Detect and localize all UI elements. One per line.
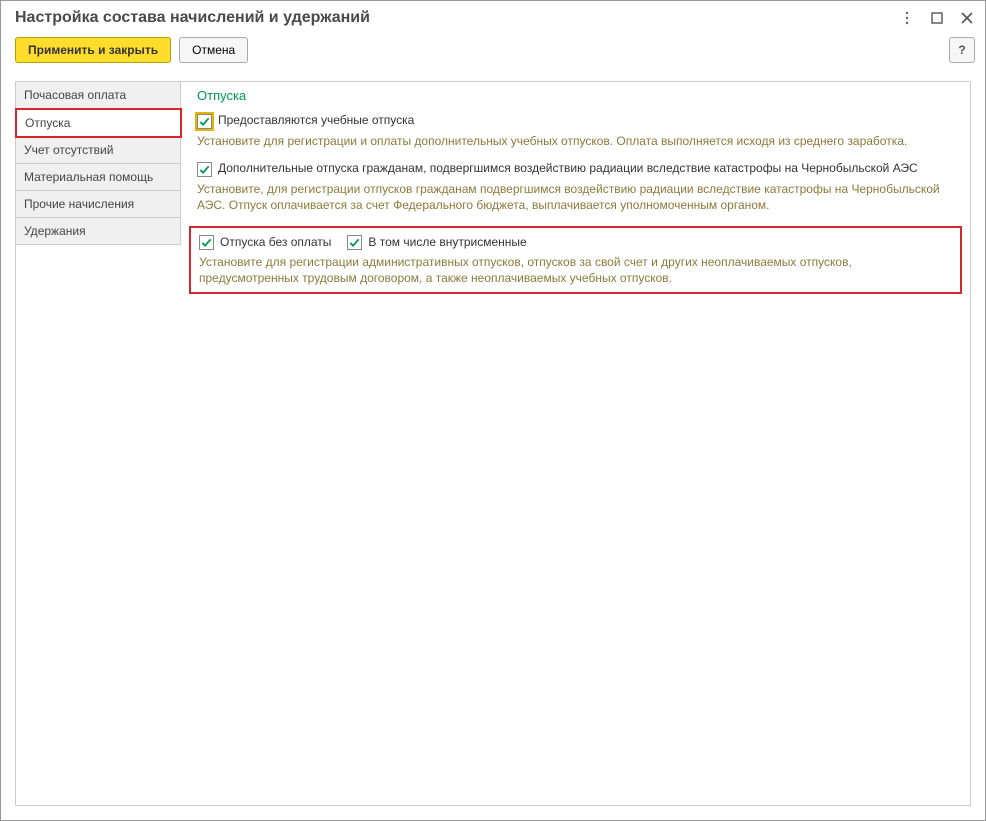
checkbox-chernobyl-leave[interactable] xyxy=(197,162,212,177)
cancel-button[interactable]: Отмена xyxy=(179,37,248,63)
highlight-group-unpaid-leave: Отпуска без оплаты В том числе внутрисме… xyxy=(189,226,962,294)
help-button[interactable]: ? xyxy=(949,37,975,63)
checkbox-intrashift[interactable] xyxy=(347,235,362,250)
label-study-leave: Предоставляются учебные отпуска xyxy=(218,113,414,127)
help-study-leave: Установите для регистрации и оплаты допо… xyxy=(197,133,954,149)
window-title: Настройка состава начислений и удержаний xyxy=(15,9,899,27)
help-unpaid-leave: Установите для регистрации административ… xyxy=(199,254,952,286)
label-unpaid-leave: Отпуска без оплаты xyxy=(220,235,331,249)
apply-and-close-button[interactable]: Применить и закрыть xyxy=(15,37,171,63)
tab-hourly-pay[interactable]: Почасовая оплата xyxy=(16,82,181,109)
help-chernobyl-leave: Установите, для регистрации отпусков гра… xyxy=(197,181,954,213)
maximize-icon[interactable] xyxy=(929,10,945,26)
tab-vacations[interactable]: Отпуска xyxy=(15,108,182,138)
sidebar: Почасовая оплата Отпуска Учет отсутствий… xyxy=(16,82,181,805)
label-chernobyl-leave: Дополнительные отпуска гражданам, подвер… xyxy=(218,161,918,175)
checkbox-unpaid-leave[interactable] xyxy=(199,235,214,250)
section-title: Отпуска xyxy=(197,88,954,103)
close-icon[interactable] xyxy=(959,10,975,26)
label-intrashift: В том числе внутрисменные xyxy=(368,235,526,249)
tab-material-aid[interactable]: Материальная помощь xyxy=(16,164,181,191)
checkbox-study-leave[interactable] xyxy=(197,114,212,129)
tab-other-accruals[interactable]: Прочие начисления xyxy=(16,191,181,218)
kebab-icon[interactable] xyxy=(899,10,915,26)
tab-deductions[interactable]: Удержания xyxy=(16,218,181,245)
tab-absences[interactable]: Учет отсутствий xyxy=(16,137,181,164)
